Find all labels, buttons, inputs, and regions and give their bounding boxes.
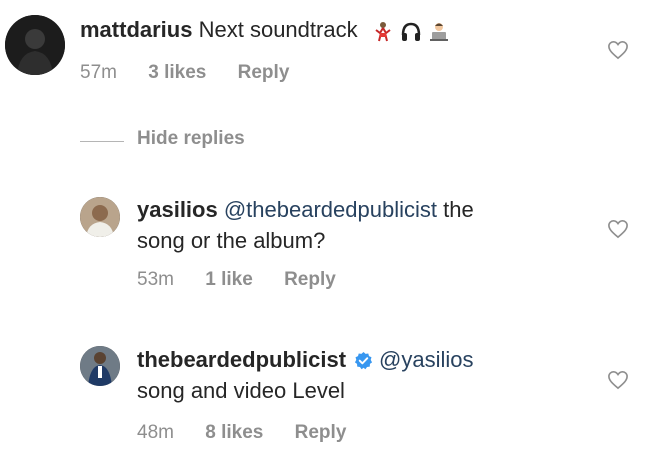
comment-body: song and video Level [137,378,345,403]
likes-count[interactable]: 1 like [205,269,253,291]
comment-meta: 48m 8 likes Reply [137,422,346,444]
comment-meta: 57m 3 likes Reply [80,62,289,84]
emoji-group [372,21,450,43]
likes-count[interactable]: 8 likes [205,422,263,444]
comment-body: Next soundtrack [198,17,358,42]
reply-button[interactable]: Reply [284,269,336,291]
headphones-emoji [400,21,422,43]
comment-body: the [443,197,474,222]
hide-replies-divider [80,141,124,142]
comment-meta: 53m 1 like Reply [137,269,336,291]
dancer-emoji [372,21,394,43]
comment-text: mattdarius Next soundtrack [80,14,450,45]
mention-link[interactable]: @yasilios [379,347,473,372]
comment-text: yasilios @thebeardedpublicist the song o… [137,194,577,256]
comment-body-continued: song or the album? [137,228,326,253]
mention-link[interactable]: @thebeardedpublicist [224,197,437,222]
avatar[interactable] [5,15,65,75]
reply-button[interactable]: Reply [238,62,290,84]
avatar[interactable] [80,346,120,386]
comment-thebeardedpublicist: thebeardedpublicist @yasilios song and vi… [0,330,648,460]
verified-badge-icon [354,351,373,370]
timestamp: 48m [137,422,174,443]
reply-button[interactable]: Reply [295,422,347,444]
username[interactable]: mattdarius [80,17,192,42]
comment-text: thebeardedpublicist @yasilios song and vi… [137,344,577,406]
timestamp: 53m [137,269,174,290]
username[interactable]: thebeardedpublicist [137,347,346,372]
timestamp: 57m [80,62,117,83]
like-heart-icon[interactable] [607,219,629,239]
like-heart-icon[interactable] [607,370,629,390]
avatar[interactable] [80,197,120,237]
like-heart-icon[interactable] [607,40,629,60]
username[interactable]: yasilios [137,197,218,222]
comment-yasilios: yasilios @thebeardedpublicist the song o… [0,180,648,310]
likes-count[interactable]: 3 likes [148,62,206,84]
technologist-emoji [428,21,450,43]
hide-replies-button[interactable]: Hide replies [137,128,245,150]
comment-mattdarius: mattdarius Next soundtrack 57m 3 likes R… [0,0,648,110]
